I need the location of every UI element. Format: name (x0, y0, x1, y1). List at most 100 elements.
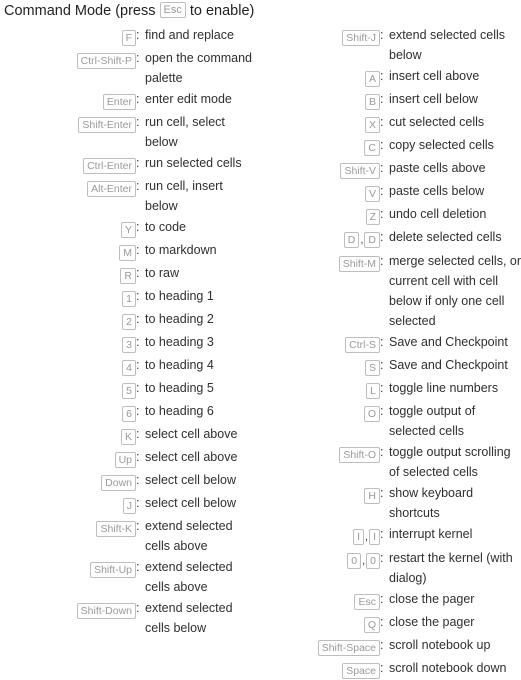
key-desc-separator: : (136, 312, 140, 326)
shortcut-row: O: toggle output of selected cells (256, 400, 521, 441)
key-desc-separator: : (380, 207, 384, 221)
key-badge-2: 2 (122, 314, 136, 330)
shortcut-row: Ctrl-Shift-P: open the command palette (0, 47, 256, 88)
shortcut-description: to code (145, 220, 187, 234)
key-badge-group: Shift-Space (317, 640, 380, 656)
key-desc-separator: : (136, 450, 140, 464)
shortcut-description: delete selected cells (389, 230, 502, 244)
key-badge-shift-v: Shift-V (340, 163, 380, 179)
shortcut-description: extend selected cells above (145, 519, 233, 553)
key-badge-shift-k: Shift-K (96, 521, 136, 537)
shortcut-description: to heading 5 (145, 381, 214, 395)
shortcut-description: run cell, insert below (145, 179, 223, 213)
key-desc-separator: : (136, 519, 140, 533)
shortcut-row: I, I: interrupt kernel (256, 523, 521, 547)
key-badge-f: F (121, 30, 136, 46)
shortcut-keys: B (256, 88, 380, 111)
shortcut-description: toggle output of selected cells (389, 404, 476, 438)
shortcut-keys: Ctrl-S (256, 331, 380, 354)
shortcut-keys: D,D (256, 226, 380, 250)
key-badge-group: Alt-Enter (87, 181, 136, 197)
key-badge-group: O (363, 406, 380, 422)
key-badge-shift-enter: Shift-Enter (78, 117, 136, 133)
key-badge-group: 5 (122, 383, 136, 399)
key-badge-group: Y (120, 222, 136, 238)
shortcut-keys: M (0, 239, 136, 262)
key-desc-separator: : (380, 592, 384, 606)
key-badge-group: Ctrl-Shift-P (76, 53, 136, 69)
key-desc-separator: : (136, 335, 140, 349)
key-desc-separator: : (380, 615, 384, 629)
shortcut-row: B: insert cell below (256, 88, 521, 111)
key-badge-group: F (121, 30, 136, 46)
key-badge-group: 1 (122, 291, 136, 307)
key-desc-separator: : (136, 473, 140, 487)
shortcut-row: Shift-Down: extend selected cells below (0, 597, 256, 638)
shortcut-row: Shift-O: toggle output scrolling of selec… (256, 441, 521, 482)
shortcut-row: 5: to heading 5 (0, 377, 256, 400)
key-desc-separator: : (380, 230, 384, 244)
shortcut-row: Z: undo cell deletion (256, 203, 521, 226)
key-badge-ctrl-enter: Ctrl-Enter (83, 158, 136, 174)
key-badge-group: 3 (122, 337, 136, 353)
shortcut-description: select cell above (145, 450, 238, 464)
key-desc-separator: : (380, 254, 384, 268)
shortcut-description: extend selected cells above (145, 560, 233, 594)
key-badge-shift-j: Shift-J (342, 30, 380, 46)
key-badge-group: Z (365, 209, 380, 225)
key-desc-separator: : (380, 381, 384, 395)
key-badge-esc: Esc (354, 594, 380, 610)
shortcut-row: Shift-Up: extend selected cells above (0, 556, 256, 597)
key-badge-esc: Esc (159, 2, 186, 18)
key-badge-group: S (364, 360, 380, 376)
shortcut-description: to heading 3 (145, 335, 214, 349)
shortcut-row: Q: close the pager (256, 611, 521, 634)
shortcut-description: enter edit mode (145, 92, 232, 106)
command-mode-header: Command Mode (press Esc to enable) (4, 1, 254, 21)
shortcut-description: Save and Checkpoint (389, 335, 508, 349)
shortcut-description: Save and Checkpoint (389, 358, 508, 372)
shortcut-description: copy selected cells (389, 138, 494, 152)
key-badge-group: Shift-Up (90, 562, 136, 578)
key-badge-shift-space: Shift-Space (317, 640, 380, 656)
shortcut-keys: Down (0, 469, 136, 492)
shortcut-description: scroll notebook down (389, 661, 507, 675)
key-badge-group: Shift-Enter (78, 117, 136, 133)
shortcut-keys: X (256, 111, 380, 134)
shortcut-keys: Up (0, 446, 136, 469)
key-badge-r: R (120, 268, 136, 284)
key-badge-group: Shift-V (340, 163, 380, 179)
key-badge-b: B (364, 94, 380, 110)
shortcut-row: Shift-K: extend selected cells above (0, 515, 256, 556)
shortcut-description: undo cell deletion (389, 207, 487, 221)
key-badge-group: Shift-K (96, 521, 136, 537)
shortcut-keys: 3 (0, 331, 136, 354)
shortcut-row: A: insert cell above (256, 65, 521, 88)
shortcut-keys: F (0, 24, 136, 47)
key-badge-down: Down (101, 475, 136, 491)
shortcut-description: paste cells below (389, 184, 485, 198)
shortcut-keys: Enter (0, 88, 136, 111)
shortcut-description: extend selected cells below (389, 28, 506, 62)
shortcut-keys: S (256, 354, 380, 377)
key-desc-separator: : (380, 138, 384, 152)
key-badge-k: K (120, 429, 136, 445)
key-badge-i: I (369, 529, 380, 545)
key-badge-group: I,I (353, 527, 380, 547)
key-desc-separator: : (380, 28, 384, 42)
key-badge-group: V (364, 186, 380, 202)
key-badge-group: 2 (122, 314, 136, 330)
key-desc-separator: : (380, 69, 384, 83)
key-desc-separator: : (136, 381, 140, 395)
shortcut-keys: Ctrl-Enter (0, 152, 136, 175)
key-badge-group: Shift-Down (76, 603, 136, 619)
shortcut-row: 3: to heading 3 (0, 331, 256, 354)
shortcut-row: Shift-M: merge selected cells, or current… (256, 250, 521, 331)
shortcut-keys: Shift-V (256, 157, 380, 180)
key-desc-separator: : (380, 161, 384, 175)
shortcut-keys: Shift-J (256, 24, 380, 47)
shortcut-row: H: show keyboard shortcuts (256, 482, 521, 523)
shortcut-row: S: Save and Checkpoint (256, 354, 521, 377)
shortcut-row: Enter: enter edit mode (0, 88, 256, 111)
shortcut-keys: J (0, 492, 136, 515)
